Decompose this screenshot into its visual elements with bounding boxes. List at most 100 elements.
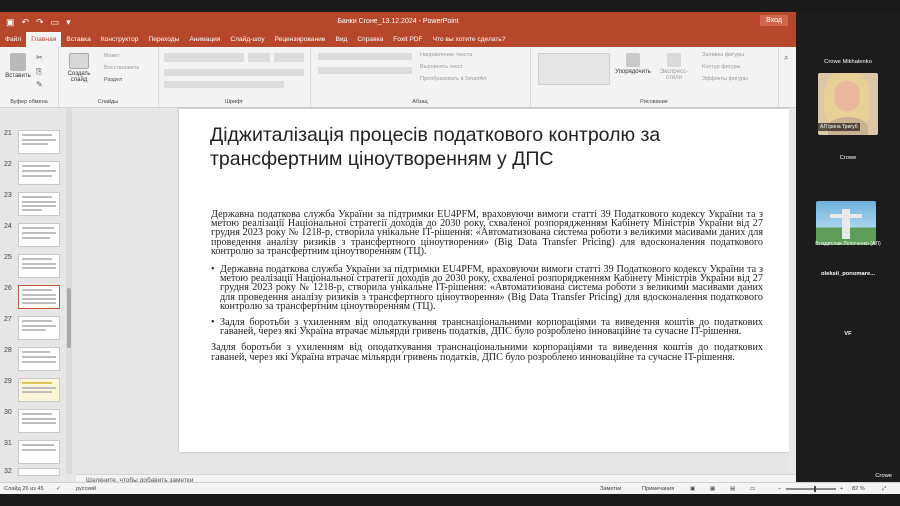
thumbnail-slide[interactable]: 31 (4, 440, 62, 464)
powerpoint-window: ▣ ↶ ↷ ▭ ▾ Банки Сгоне_13.12.2024 - Power… (0, 12, 796, 494)
title-bar: ▣ ↶ ↷ ▭ ▾ Банки Сгоне_13.12.2024 - Power… (0, 12, 796, 32)
paste-button[interactable]: Вставить (4, 53, 32, 79)
tab-file[interactable]: Файл (0, 32, 26, 47)
tab-help[interactable]: Справка (352, 32, 388, 47)
slide-body[interactable]: Державна податкова служба України за під… (211, 209, 763, 371)
group-font: Шрифт (158, 47, 311, 107)
body-paragraph: Задля боротьби з ухиленням від оподаткув… (211, 342, 763, 363)
tab-insert[interactable]: Вставка (61, 32, 96, 47)
thumbnail-number: 22 (4, 161, 12, 168)
shapes-gallery[interactable] (538, 53, 610, 85)
alignment-buttons[interactable] (318, 67, 412, 74)
format-painter-icon[interactable]: ✎ (36, 80, 43, 89)
thumbnail-preview (18, 316, 60, 340)
font-size-select[interactable] (248, 53, 270, 62)
window-title: Банки Сгоне_13.12.2024 - PowerPoint (337, 18, 459, 25)
thumbnails-scroll-thumb[interactable] (67, 288, 71, 348)
font-style-buttons[interactable] (164, 69, 304, 76)
convert-smartart-button[interactable]: Преобразовать в SmartArt (420, 76, 487, 82)
thumbnail-number: 21 (4, 130, 12, 137)
slide-canvas[interactable]: Діджиталізація процесів податкового конт… (179, 109, 790, 452)
group-label-clipboard: Буфер обмена (10, 99, 48, 105)
participant-name: Crowe (839, 155, 857, 161)
thumbnail-number: 31 (4, 440, 12, 447)
text-direction-button[interactable]: Направление текста (420, 52, 472, 58)
thumbnail-slide[interactable]: 27 (4, 316, 62, 340)
thumbnail-number: 24 (4, 223, 12, 230)
thumbnail-slide[interactable]: 22 (4, 161, 62, 185)
layout-button[interactable]: Макет (104, 53, 120, 59)
find-icon[interactable]: ⌕ (784, 53, 788, 63)
group-label-font: Шрифт (224, 99, 244, 105)
participant-name: Crowe Mikhalenko (824, 59, 872, 65)
thumbnail-slide[interactable]: 30 (4, 409, 62, 433)
thumbnail-number: 25 (4, 254, 12, 261)
new-slide-icon (69, 53, 89, 69)
quick-styles-icon (667, 53, 681, 67)
body-bullet: Задля боротьби з ухиленням від оподаткув… (211, 317, 763, 337)
font-grow-shrink[interactable] (274, 53, 304, 62)
paste-label: Вставить (5, 73, 31, 79)
arrange-label: Упорядочить (615, 69, 651, 75)
login-button[interactable]: Вход (760, 15, 788, 26)
list-buttons[interactable] (318, 53, 412, 60)
tab-slideshow[interactable]: Слайд-шоу (225, 32, 269, 47)
participant-avatar-image (816, 201, 876, 245)
thumbnail-number: 30 (4, 409, 12, 416)
thumbnail-slide[interactable]: 29 (4, 378, 62, 402)
thumbnail-preview (18, 192, 60, 216)
tab-review[interactable]: Рецензирование (270, 32, 331, 47)
thumbnail-slide[interactable]: 23 (4, 192, 62, 216)
participant-name: oleksii_ponomare... (820, 271, 876, 277)
thumbnail-number: 32 (4, 468, 12, 475)
zoom-slider[interactable] (786, 486, 836, 492)
thumbnail-slide-selected[interactable]: 26 (4, 285, 62, 309)
group-label-drawing: Рисование (640, 99, 668, 105)
reset-button[interactable]: Восстановить (104, 65, 139, 71)
group-clipboard: Вставить ✂ ⎘ ✎ Буфер обмена (0, 47, 59, 107)
section-button[interactable]: Раздел (104, 77, 122, 83)
quick-styles-label: Экспресс-стили (660, 69, 688, 81)
thumbnail-preview (18, 161, 60, 185)
group-slides: Создать слайд Макет Восстановить Раздел … (58, 47, 159, 107)
quick-styles-button[interactable]: Экспресс-стили (654, 53, 694, 81)
thumbnail-preview (18, 378, 60, 402)
tab-animations[interactable]: Анимация (184, 32, 225, 47)
font-color-buttons[interactable] (164, 81, 284, 88)
participant-name: Владислав Лопоченко (АЛ) (815, 241, 881, 247)
thumbnail-slide[interactable]: 28 (4, 347, 62, 371)
thumbnail-slide[interactable]: 24 (4, 223, 62, 247)
tab-view[interactable]: Вид (330, 32, 352, 47)
font-family-select[interactable] (164, 53, 244, 62)
thumbnail-slide[interactable]: 25 (4, 254, 62, 278)
copy-icon[interactable]: ⎘ (36, 67, 42, 77)
participant-name: VF (844, 331, 852, 337)
arrange-button[interactable]: Упорядочить (614, 53, 652, 75)
thumbnail-preview (18, 409, 60, 433)
shape-fill-button[interactable]: Заливка фигуры (702, 52, 744, 58)
thumbnail-preview (18, 468, 60, 476)
ribbon-home: Вставить ✂ ⎘ ✎ Буфер обмена Создать слай… (0, 47, 796, 108)
tell-me-search[interactable]: Что вы хотите сделать? (428, 32, 511, 47)
participant-nametag: АЛ Ірина Тригуб (818, 123, 860, 131)
group-label-slides: Слайды (97, 99, 119, 105)
slide-title[interactable]: Діджиталізація процесів податкового конт… (210, 123, 770, 171)
slide-scrollbar[interactable] (789, 108, 796, 474)
thumbnails-scrollbar[interactable] (66, 108, 72, 474)
cut-icon[interactable]: ✂ (36, 53, 43, 62)
participant-name: Crowe (875, 473, 892, 479)
tab-foxit-pdf[interactable]: Foxit PDF (388, 32, 427, 47)
arrange-icon (626, 53, 640, 67)
shape-outline-button[interactable]: Контур фигуры (702, 64, 740, 70)
thumbnail-preview (18, 440, 60, 464)
align-text-button[interactable]: Выровнять текст (420, 64, 463, 70)
shape-effects-button[interactable]: Эффекты фигуры (702, 76, 748, 82)
new-slide-button[interactable]: Создать слайд (64, 53, 94, 83)
zoom-slider-thumb[interactable] (814, 486, 816, 492)
tab-transitions[interactable]: Переходы (143, 32, 184, 47)
thumbnail-slide[interactable]: 21 (4, 130, 62, 154)
tab-home[interactable]: Главная (26, 32, 62, 47)
tab-design[interactable]: Конструктор (96, 32, 144, 47)
group-drawing: Упорядочить Экспресс-стили Заливка фигур… (530, 47, 779, 107)
thumbnail-number: 27 (4, 316, 12, 323)
